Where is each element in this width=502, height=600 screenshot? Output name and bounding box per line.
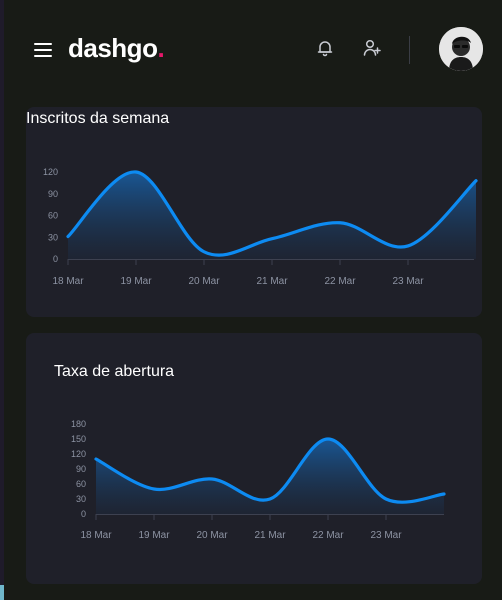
y-tick-label: 0 [81,509,86,519]
chart-card-subscribers: Inscritos da semana 0 30 60 90 120 18 Mar 19 M… [26,107,482,317]
x-tick-label: 19 Mar [120,276,152,287]
menu-icon [34,43,52,57]
y-tick-label: 60 [76,479,86,489]
user-avatar-image [439,27,483,71]
menu-button[interactable] [33,40,53,60]
x-tick-label: 21 Mar [254,530,286,541]
series-area [68,171,476,259]
subscribers-chart: 0 30 60 90 120 18 Mar 19 Mar 20 Mar 21 Mar 22 Mar… [43,167,478,287]
notifications-button[interactable] [315,38,335,58]
bell-icon [317,41,333,57]
y-tick-label: 120 [43,167,58,177]
x-tick-label: 18 Mar [52,276,84,287]
open-rate-chart: 0 30 60 90 120 150 180 18 Mar 19 Mar 20 Mar 21 Mar… [71,419,446,541]
x-tick-label: 20 Mar [196,530,228,541]
y-tick-label: 30 [76,494,86,504]
y-tick-label: 30 [48,232,58,242]
y-tick-label: 180 [71,419,86,429]
app-logo[interactable]: dashgo. [68,30,165,66]
y-tick-label: 90 [76,464,86,474]
y-tick-label: 120 [71,449,86,459]
x-tick-label: 21 Mar [256,276,288,287]
y-tick-label: 60 [48,211,58,221]
x-tick-label: 22 Mar [324,276,356,287]
user-add-icon [363,39,381,56]
y-tick-label: 150 [71,434,86,444]
logo-dot: . [157,33,165,63]
add-user-button[interactable] [362,38,382,58]
y-tick-label: 90 [48,189,58,199]
x-tick-label: 19 Mar [138,530,170,541]
left-accent-strip [0,585,4,600]
x-tick-label: 23 Mar [392,276,424,287]
y-tick-label: 0 [53,254,58,264]
series-area [96,439,444,514]
avatar[interactable] [439,27,483,71]
chart-card-open-rate: Taxa de abertura 0 30 60 90 120 150 180 18 Mar 1… [26,333,482,584]
x-tick-label: 20 Mar [188,276,220,287]
x-tick-label: 18 Mar [80,530,112,541]
logo-text: dashgo [68,33,158,63]
top-header: dashgo. [0,0,502,100]
x-tick-label: 23 Mar [370,530,402,541]
header-divider [409,36,410,64]
x-tick-label: 22 Mar [312,530,344,541]
